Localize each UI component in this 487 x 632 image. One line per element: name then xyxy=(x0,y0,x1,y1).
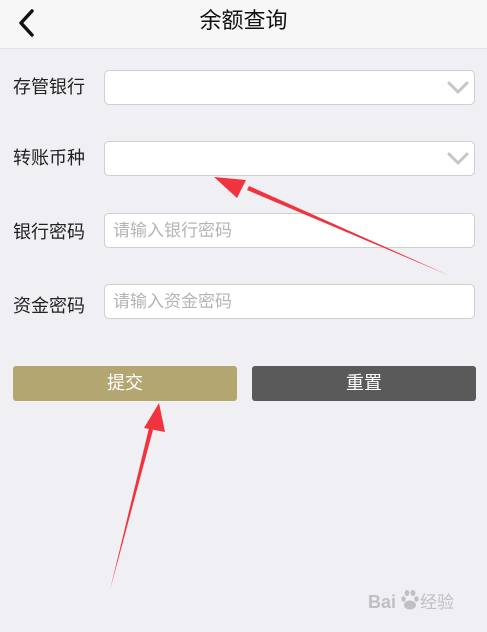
bank-password-input[interactable] xyxy=(105,214,474,247)
fund-password-field xyxy=(104,284,475,319)
navigation-bar: 余额查询 xyxy=(0,0,487,49)
svg-text:Bai: Bai xyxy=(368,592,396,612)
custody-bank-select[interactable] xyxy=(104,70,475,105)
currency-select[interactable] xyxy=(104,141,475,176)
fund-password-label: 资金密码 xyxy=(13,296,85,317)
page-title: 余额查询 xyxy=(199,9,288,34)
reset-button[interactable]: 重置 xyxy=(252,366,476,401)
custody-bank-label: 存管银行 xyxy=(13,77,85,98)
arrow-to-submit-button xyxy=(110,403,165,590)
currency-label: 转账币种 xyxy=(13,148,85,169)
baidu-watermark-logo: Bai 经验 xyxy=(368,590,454,612)
submit-button[interactable]: 提交 xyxy=(13,366,237,401)
svg-text:经验: 经验 xyxy=(420,593,454,612)
fund-password-input[interactable] xyxy=(105,285,474,318)
bank-password-field xyxy=(104,213,475,248)
bank-password-label: 银行密码 xyxy=(13,222,85,243)
chevron-down-icon xyxy=(447,81,469,94)
chevron-down-icon xyxy=(447,152,469,165)
